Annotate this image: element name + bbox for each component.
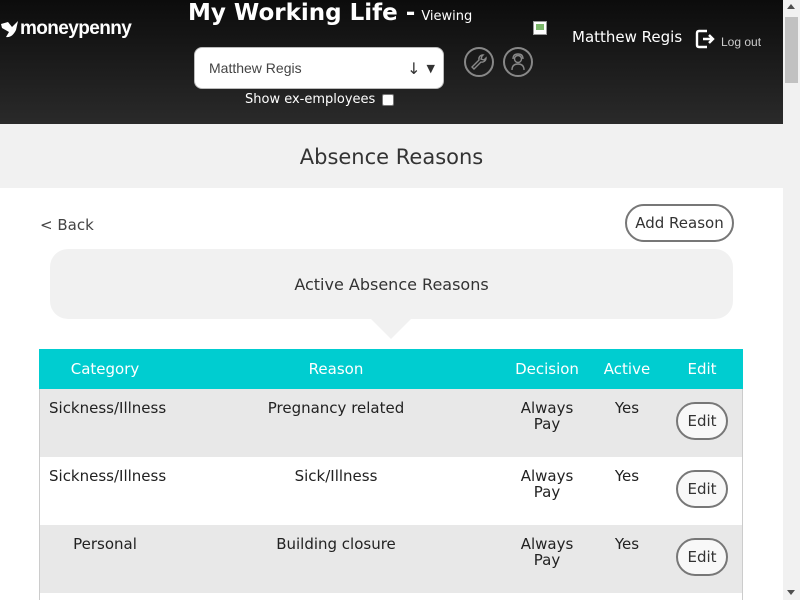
cell-category: Sickness/Illness	[39, 389, 171, 457]
viewing-label: Viewing	[421, 9, 473, 24]
logo-text: moneypenny	[20, 18, 132, 39]
table-row: Sickness/Illness Sick/Illness Always Pay …	[39, 457, 743, 525]
cell-decision: Always Pay	[501, 389, 593, 457]
show-ex-employees-label: Show ex-employees	[245, 92, 376, 107]
scrollbar-thumb[interactable]	[785, 17, 798, 83]
column-header-decision[interactable]: Decision	[501, 349, 593, 389]
cell-reason: Building closure	[171, 525, 501, 593]
support-person-icon	[511, 53, 525, 71]
cell-category: Personal	[39, 525, 171, 593]
cell-edit: Edit	[661, 525, 743, 593]
scroll-up-icon[interactable]	[787, 4, 795, 9]
back-link[interactable]: < Back	[40, 216, 94, 234]
wrench-icon	[471, 54, 487, 70]
support-button[interactable]	[503, 47, 533, 77]
add-reason-button[interactable]: Add Reason	[625, 204, 734, 242]
user-name[interactable]: Matthew Regis	[572, 28, 682, 46]
decision-line2: Pay	[533, 551, 561, 569]
logout-label: Log out	[721, 35, 762, 49]
column-header-edit: Edit	[661, 349, 743, 389]
cell-reason: Sick/Illness	[171, 457, 501, 525]
decision-line2: Pay	[533, 483, 561, 501]
logout-button[interactable]: Log out	[695, 27, 761, 51]
table-header-row: Category Reason Decision Active Edit	[39, 349, 743, 389]
chevron-down-icon: ▼	[426, 61, 435, 75]
cell-active: Yes	[593, 525, 661, 593]
edit-button[interactable]: Edit	[676, 470, 728, 508]
cell-edit: Edit	[661, 457, 743, 525]
arrow-down-icon: ↓	[407, 58, 421, 78]
cell-reason: Pregnancy related	[171, 389, 501, 457]
logo[interactable]: moneypenny	[0, 18, 132, 40]
cell-edit: Edit	[661, 389, 743, 457]
section-title: Active Absence Reasons	[50, 249, 733, 319]
table-row: Sickness/Illness Pregnancy related Alway…	[39, 389, 743, 457]
employee-select[interactable]: Matthew Regis ↓ ▼	[194, 47, 444, 89]
cell-active: Yes	[593, 457, 661, 525]
edit-button[interactable]: Edit	[676, 402, 728, 440]
scroll-down-icon[interactable]	[787, 590, 795, 595]
app-header: moneypenny My Working Life - Viewing Matt…	[0, 0, 783, 124]
column-header-active[interactable]: Active	[593, 349, 661, 389]
column-header-category[interactable]: Category	[39, 349, 171, 389]
cell-active: Yes	[593, 389, 661, 457]
page-title-band: Absence Reasons	[0, 124, 783, 188]
section-title-tail	[371, 319, 411, 339]
cell-decision: Always Pay	[501, 525, 593, 593]
app-title-text: My Working Life -	[188, 0, 416, 26]
settings-button[interactable]	[464, 47, 494, 77]
show-ex-employees: Show ex-employees	[245, 92, 395, 107]
table-border-left	[39, 389, 40, 600]
page-title: Absence Reasons	[299, 145, 484, 169]
show-ex-employees-checkbox[interactable]	[382, 93, 395, 106]
cell-decision: Always Pay	[501, 457, 593, 525]
app-title: My Working Life - Viewing	[188, 0, 472, 26]
broken-image-icon	[533, 21, 547, 35]
employee-select-value: Matthew Regis	[209, 60, 302, 76]
moneypenny-bird-icon	[1, 21, 18, 38]
table-border-right	[742, 389, 743, 600]
cell-category: Sickness/Illness	[39, 457, 171, 525]
table-row: Personal Building closure Always Pay Yes …	[39, 525, 743, 593]
absence-reasons-table: Category Reason Decision Active Edit Sic…	[39, 349, 743, 593]
vertical-scrollbar[interactable]	[783, 0, 800, 600]
column-header-reason[interactable]: Reason	[171, 349, 501, 389]
decision-line2: Pay	[533, 415, 561, 433]
edit-button[interactable]: Edit	[676, 538, 728, 576]
logout-icon	[695, 29, 715, 49]
